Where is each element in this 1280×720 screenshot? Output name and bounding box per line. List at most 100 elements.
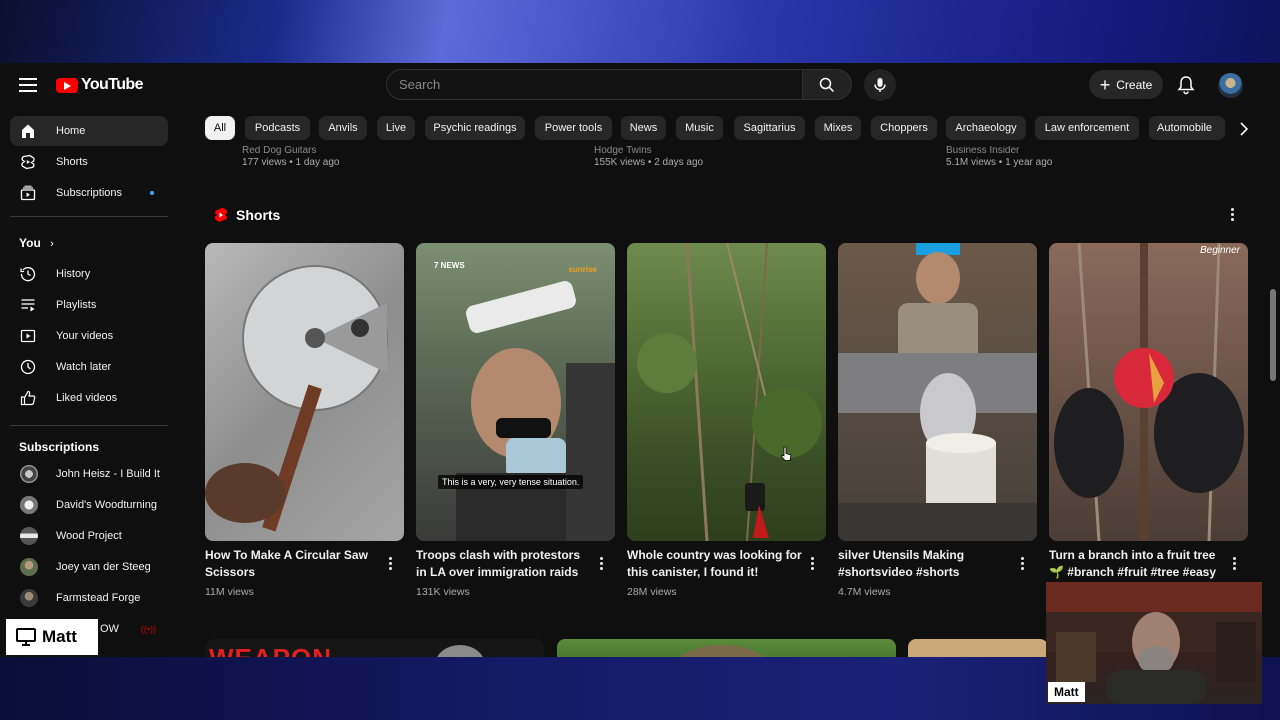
watch-later-icon: [20, 359, 36, 375]
subscription-name: Joey van der Steeg: [56, 561, 151, 573]
short-title[interactable]: Whole country was looking for this canis…: [627, 547, 802, 581]
sidebar-item-label: Subscriptions: [56, 187, 123, 199]
sidebar-item-label: History: [56, 268, 91, 280]
account-avatar[interactable]: [1218, 73, 1243, 98]
youtube-logo[interactable]: YouTube: [56, 76, 143, 94]
sidebar-item-label: Playlists: [56, 299, 97, 311]
microphone-icon: [874, 78, 886, 92]
subscription-item[interactable]: Joey van der Steeg: [10, 552, 168, 582]
channel-watermark: Beginner: [1199, 245, 1240, 256]
chip-anvils[interactable]: Anvils: [319, 116, 367, 140]
chip-sagittarius[interactable]: Sagittarius: [734, 116, 805, 140]
sidebar-item-playlists[interactable]: Playlists: [10, 290, 168, 320]
menu-icon[interactable]: [18, 75, 38, 95]
channel-name[interactable]: Business Insider: [946, 146, 1052, 155]
sidebar-item-watch-later[interactable]: Watch later: [10, 352, 168, 382]
thumbnail-image: [677, 645, 767, 657]
video-meta: Hodge Twins 155K views • 2 days ago: [594, 146, 703, 170]
chip-automobile[interactable]: Automobile: [1149, 116, 1225, 140]
chip-law-enforcement[interactable]: Law enforcement: [1035, 116, 1139, 140]
mouse-cursor-icon: [781, 446, 792, 461]
chip-power-tools[interactable]: Power tools: [535, 116, 612, 140]
channel-avatar: [20, 527, 38, 545]
video-thumbnail[interactable]: WEAPON: [205, 639, 544, 657]
sidebar-item-subscriptions[interactable]: Subscriptions: [10, 178, 168, 208]
sidebar-item-label: Your videos: [56, 330, 114, 342]
plus-icon: +: [1099, 74, 1111, 95]
short-thumbnail[interactable]: 7 NEWS sunrise This is a very, very tens…: [416, 243, 615, 541]
search-button[interactable]: [802, 69, 852, 100]
thumbs-up-icon: [20, 390, 36, 406]
thumbnail-image: [637, 243, 822, 541]
video-thumbnail[interactable]: [557, 639, 896, 657]
shelf-more-options-icon[interactable]: [1226, 206, 1238, 224]
chip-archaeology[interactable]: Archaeology: [946, 116, 1026, 140]
you-heading-label: You: [19, 236, 41, 250]
chip-podcasts[interactable]: Podcasts: [245, 116, 310, 140]
scrollbar-thumb[interactable]: [1270, 289, 1276, 381]
sidebar-item-history[interactable]: History: [10, 259, 168, 289]
short-thumbnail[interactable]: [838, 243, 1037, 541]
subscriptions-heading: Subscriptions: [19, 440, 100, 454]
chip-psychic-readings[interactable]: Psychic readings: [425, 116, 525, 140]
short-title[interactable]: How To Make A Circular Saw Scissors: [205, 547, 380, 581]
short-more-options-icon[interactable]: [385, 555, 395, 571]
subscription-name: Farmstead Forge: [56, 592, 141, 604]
sidebar-item-liked-videos[interactable]: Liked videos: [10, 383, 168, 413]
chip-news[interactable]: News: [621, 116, 666, 140]
channel-avatar: [20, 558, 38, 576]
thumbnail-image: [1054, 243, 1244, 541]
short-title[interactable]: Troops clash with protestors in LA over …: [416, 547, 591, 581]
subscription-item[interactable]: David's Woodturning: [10, 490, 168, 520]
short-more-options-icon[interactable]: [596, 555, 606, 571]
new-content-dot: [150, 191, 154, 195]
voice-search-button[interactable]: [864, 69, 896, 101]
chip-live[interactable]: Live: [377, 116, 415, 140]
create-button[interactable]: + Create: [1089, 70, 1163, 99]
chevron-right-icon: ›: [50, 238, 54, 250]
chip-all[interactable]: All: [205, 116, 235, 140]
short-views: 131K views: [416, 586, 470, 598]
live-icon: ((•)): [140, 624, 156, 634]
youtube-window: YouTube Search + Create Home Shorts Subs…: [0, 63, 1280, 657]
playlists-icon: [21, 299, 35, 312]
thumbnail-image: [205, 265, 388, 532]
short-title[interactable]: silver Utensils Making #shortsvideo #sho…: [838, 547, 1013, 581]
sidebar-item-your-videos[interactable]: Your videos: [10, 321, 168, 351]
presenter-name: Matt: [42, 627, 77, 646]
short-views: 4.7M views: [838, 586, 891, 598]
subscription-item[interactable]: John Heisz - I Build It: [10, 459, 168, 489]
video-stats: 5.1M views • 1 year ago: [946, 157, 1053, 168]
sidebar-you-heading[interactable]: You ›: [19, 236, 54, 250]
chip-music[interactable]: Music: [676, 116, 723, 140]
sidebar-item-shorts[interactable]: Shorts: [10, 147, 168, 177]
chip-choppers[interactable]: Choppers: [871, 116, 937, 140]
short-more-options-icon[interactable]: [1017, 555, 1027, 571]
sidebar-item-home[interactable]: Home: [10, 116, 168, 146]
sidebar-item-label: Shorts: [56, 156, 88, 168]
channel-name[interactable]: Hodge Twins: [594, 146, 703, 155]
video-thumbnail[interactable]: [908, 639, 1048, 657]
short-more-options-icon[interactable]: [1229, 555, 1239, 571]
search-input[interactable]: Search: [386, 69, 802, 100]
chip-mixes[interactable]: Mixes: [815, 116, 861, 140]
short-thumbnail[interactable]: Beginner: [1049, 243, 1248, 541]
subscription-item[interactable]: Wood Project: [10, 521, 168, 551]
filter-chip-bar: All Podcasts Anvils Live Psychic reading…: [205, 116, 1225, 140]
short-thumbnail[interactable]: [205, 243, 404, 541]
short-views: 11M views: [205, 586, 254, 598]
channel-name[interactable]: Red Dog Guitars: [242, 146, 339, 155]
monitor-icon: [16, 628, 36, 646]
short-more-options-icon[interactable]: [807, 555, 817, 571]
video-caption: This is a very, very tense situation.: [438, 475, 584, 489]
subscription-name: Wood Project: [56, 530, 122, 542]
short-thumbnail[interactable]: [627, 243, 826, 541]
notifications-bell-icon[interactable]: [1175, 74, 1197, 96]
subscription-name: OW: [100, 623, 119, 635]
short-title[interactable]: Turn a branch into a fruit tree 🌱 #branc…: [1049, 547, 1224, 581]
subscription-item[interactable]: Farmstead Forge: [10, 583, 168, 613]
sidebar: Home Shorts Subscriptions You › History …: [0, 107, 178, 657]
sunrise-badge: sunrise: [568, 265, 597, 274]
chevron-right-icon[interactable]: [1232, 117, 1256, 141]
search-icon: [819, 77, 835, 92]
